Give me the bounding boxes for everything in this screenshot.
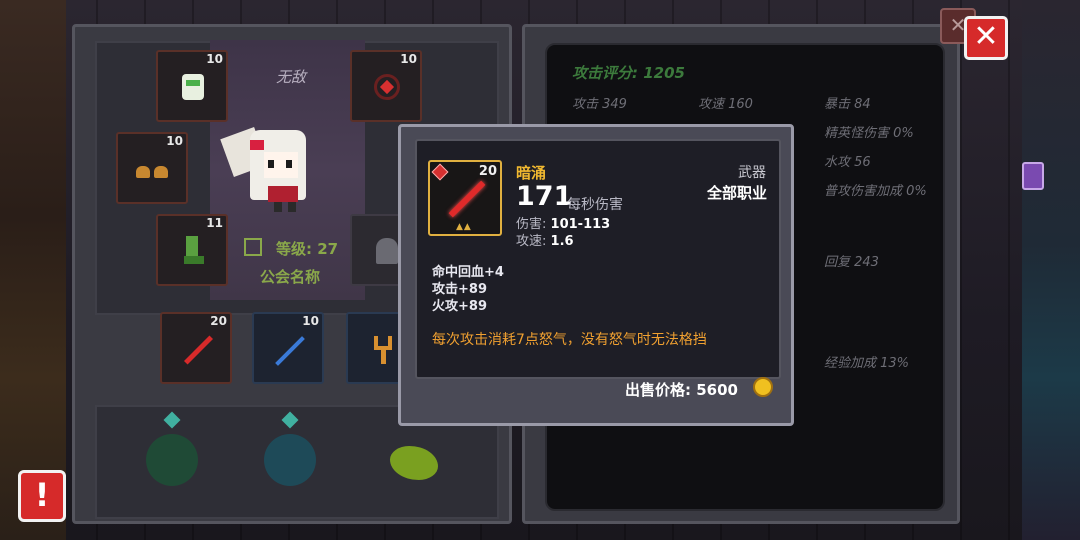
item-name: 暗涌 xyxy=(516,164,547,182)
background-right-wall xyxy=(1022,0,1080,540)
character-title: 无敌 xyxy=(276,68,307,86)
weapon-slot-1[interactable]: 20 xyxy=(160,312,232,384)
armor-icon xyxy=(174,70,212,104)
weapon-slot-2[interactable]: 10 xyxy=(252,312,324,384)
red-sword-icon xyxy=(178,332,216,366)
character-sprite[interactable] xyxy=(216,124,326,214)
side-badge-icon[interactable] xyxy=(1022,162,1044,190)
equip-slot-amulet[interactable]: 10 xyxy=(350,50,422,122)
skill-icon-1[interactable] xyxy=(140,411,204,490)
stat-normal-attack-bonus: 普攻伤害加成 0% xyxy=(824,184,927,199)
level-icon xyxy=(244,238,262,256)
item-icon-frame: 20 ▲▲ xyxy=(428,160,502,236)
background-left-wall xyxy=(0,0,66,540)
dps-value: 171 xyxy=(516,181,573,212)
stat-recovery: 回复 243 xyxy=(824,255,879,270)
item-type: 武器 xyxy=(738,165,766,181)
gloves-icon xyxy=(134,152,172,186)
star-icons: ▲▲ xyxy=(456,222,472,232)
skill-icon-2[interactable] xyxy=(258,411,322,490)
character-level: 等级: 27 xyxy=(276,240,339,258)
item-class: 全部职业 xyxy=(707,184,768,202)
dps-label: 每秒伤害 xyxy=(567,197,623,213)
stat-crit: 暴击 84 xyxy=(824,97,871,112)
speed-line: 攻速: 1.6 xyxy=(516,230,574,249)
red-sword-icon xyxy=(448,180,486,218)
slingshot-icon xyxy=(364,332,402,366)
boots-icon xyxy=(174,234,212,268)
amulet-icon xyxy=(368,70,406,104)
stat-elite-damage: 精英怪伤害 0% xyxy=(824,126,914,141)
equip-slot-gloves[interactable]: 10 xyxy=(116,132,188,204)
stat-exp-bonus: 经验加成 13% xyxy=(824,356,910,371)
speed-value: 1.6 xyxy=(550,234,574,249)
coin-icon xyxy=(753,377,773,397)
stat-water-attack: 水攻 56 xyxy=(824,155,871,170)
sell-price: 出售价格: 5600 xyxy=(625,381,738,399)
speed-label: 攻速: xyxy=(516,234,547,249)
alert-button[interactable]: ! xyxy=(18,470,66,522)
item-level: 20 xyxy=(478,164,497,179)
stat-attack: 攻击 349 xyxy=(572,97,627,112)
stat-attack-speed: 攻速 160 xyxy=(698,97,753,112)
bonus-line: 火攻+89 xyxy=(432,299,487,314)
equip-slot-boots[interactable]: 11 xyxy=(156,214,228,286)
attack-score: 攻击评分: 1205 xyxy=(572,64,685,82)
blue-staff-icon xyxy=(270,332,308,366)
skill-icon-3[interactable] xyxy=(384,440,444,490)
guild-name: 公会名称 xyxy=(260,268,321,286)
close-button[interactable]: ✕ xyxy=(964,16,1008,60)
gem-icon xyxy=(431,163,449,181)
equip-slot-armor[interactable]: 10 xyxy=(156,50,228,122)
special-effect: 每次攻击消耗7点怒气，没有怒气时无法格挡 xyxy=(432,332,707,348)
